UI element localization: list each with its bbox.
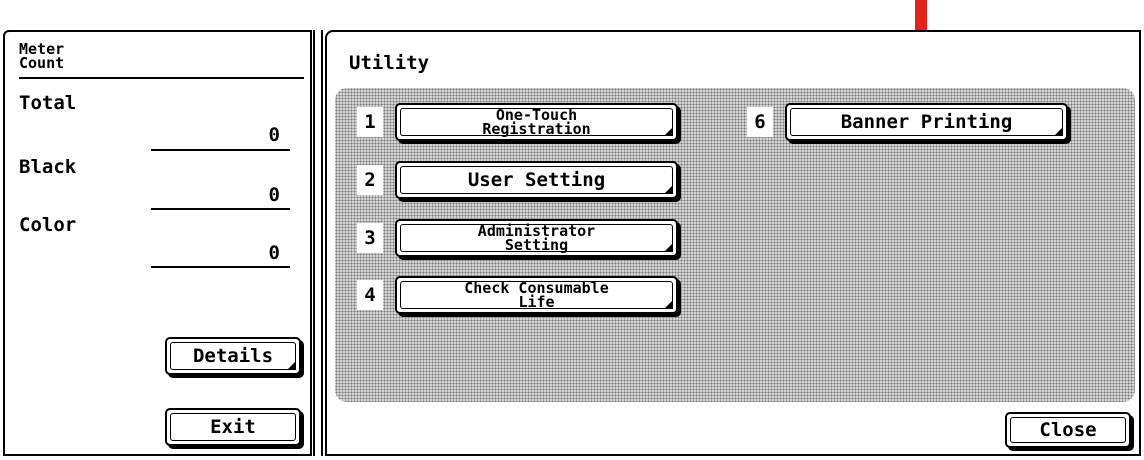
exit-button[interactable]: Exit (165, 408, 301, 446)
one-touch-registration-label: One-Touch Registration (482, 106, 591, 138)
close-button[interactable]: Close (1005, 412, 1131, 448)
submenu-corner-icon (664, 127, 673, 136)
user-setting-button[interactable]: User Setting (395, 161, 678, 199)
administrator-setting-label: Administrator Setting (477, 222, 596, 254)
submenu-corner-icon (287, 361, 296, 370)
details-button[interactable]: Details (165, 337, 301, 375)
utility-panel: Utility 1 One-Touch Registration 2 User … (325, 30, 1141, 456)
exit-button-label: Exit (210, 416, 256, 438)
check-consumable-life-label: Check Consumable Life (464, 279, 609, 311)
counter-label-total: Total (19, 92, 77, 114)
submenu-corner-icon (664, 300, 673, 309)
details-button-label: Details (192, 345, 274, 367)
counter-underline (151, 208, 290, 210)
menu-number-3: 3 (357, 223, 383, 253)
submenu-corner-icon (664, 185, 673, 194)
counter-value-black: 0 (268, 184, 280, 206)
meter-count-title: Meter Count (19, 40, 65, 72)
counter-label-black: Black (19, 156, 77, 178)
check-consumable-life-button[interactable]: Check Consumable Life (395, 276, 678, 314)
menu-number-6: 6 (747, 107, 773, 137)
one-touch-registration-button[interactable]: One-Touch Registration (395, 103, 678, 141)
banner-printing-button[interactable]: Banner Printing (785, 103, 1068, 141)
close-button-label: Close (1039, 419, 1097, 441)
submenu-corner-icon (664, 243, 673, 252)
counter-label-color: Color (19, 214, 77, 236)
submenu-corner-icon (1054, 127, 1063, 136)
meter-count-panel: Meter Count Total 0 Black 0 Color 0 Deta… (3, 30, 312, 456)
banner-printing-label: Banner Printing (840, 111, 1013, 133)
user-setting-label: User Setting (467, 169, 606, 191)
menu-number-4: 4 (357, 280, 383, 310)
panel-divider (313, 30, 323, 456)
counter-value-total: 0 (268, 124, 280, 146)
menu-number-2: 2 (357, 165, 383, 195)
administrator-setting-button[interactable]: Administrator Setting (395, 219, 678, 257)
counter-value-color: 0 (268, 242, 280, 264)
meter-title-divider (19, 77, 304, 79)
counter-underline (151, 266, 290, 268)
utility-menu-area: 1 One-Touch Registration 2 User Setting … (335, 88, 1135, 402)
counter-underline (151, 149, 290, 151)
menu-number-1: 1 (357, 107, 383, 137)
utility-title: Utility (349, 52, 430, 74)
